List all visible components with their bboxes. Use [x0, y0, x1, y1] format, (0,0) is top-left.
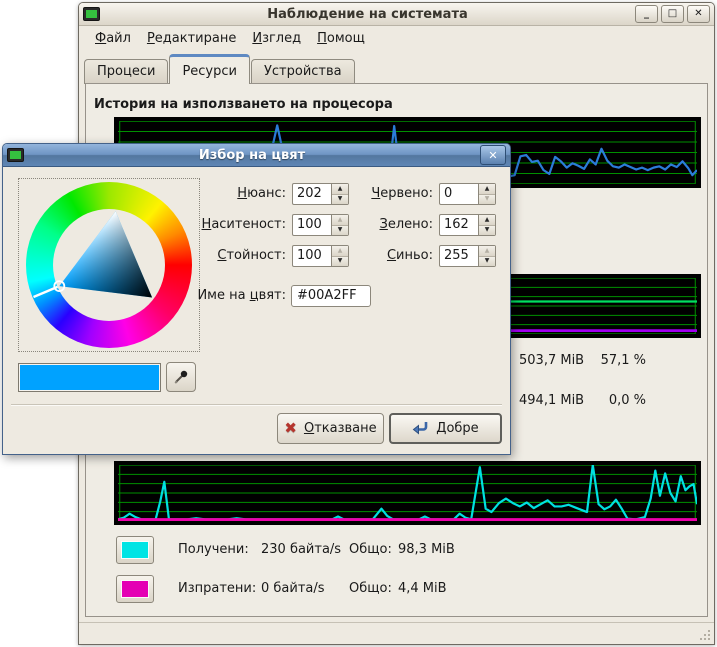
hue-spinner[interactable]: 202 ▲▼	[292, 183, 349, 205]
current-color-preview	[18, 363, 161, 392]
sent-label: Изпратени:	[178, 581, 256, 597]
received-rate: 230 байта/s	[261, 542, 341, 558]
cancel-x-icon: ✖	[284, 421, 297, 436]
cpu-history-title: История на използването на процесора	[94, 97, 393, 112]
saturation-spinner[interactable]: 100 ▲▼	[292, 214, 349, 236]
color-wheel-area[interactable]	[18, 178, 200, 352]
red-up-arrow[interactable]: ▲	[479, 184, 495, 195]
sent-total: 4,4 MiB	[398, 581, 447, 597]
swap-used-value: 494,1 MiB	[519, 393, 584, 409]
dialog-separator	[11, 404, 502, 406]
sent-color-swatch	[121, 580, 149, 598]
close-button[interactable]: ✕	[687, 5, 710, 23]
ok-enter-icon	[412, 421, 429, 436]
tab-resources[interactable]: Ресурси	[169, 54, 250, 84]
green-down-arrow[interactable]: ▼	[479, 226, 495, 236]
tab-processes[interactable]: Процеси	[84, 59, 168, 84]
maximize-button[interactable]: □	[661, 5, 684, 23]
hue-ring[interactable]	[26, 182, 192, 348]
blue-down-arrow[interactable]: ▼	[479, 257, 495, 267]
resize-grip[interactable]	[698, 628, 712, 642]
hue-label: Нюанс:	[193, 183, 286, 205]
dialog-titlebar[interactable]: Избор на цвят ✕	[3, 144, 510, 167]
green-label: Зелено:	[346, 214, 433, 236]
system-monitor-icon	[83, 7, 100, 21]
dialog-icon	[7, 148, 24, 162]
statusbar	[79, 622, 714, 644]
memory-used-value: 503,7 MiB	[519, 353, 584, 369]
network-history-chart	[114, 461, 701, 525]
menu-help[interactable]: Помощ	[309, 28, 373, 49]
memory-used-percent: 57,1 %	[586, 353, 646, 369]
saturation-label: Наситеност:	[193, 214, 286, 236]
menu-view[interactable]: Изглед	[244, 28, 309, 49]
received-total: 98,3 MiB	[398, 542, 455, 558]
tab-devices[interactable]: Устройства	[251, 59, 355, 84]
green-up-arrow[interactable]: ▲	[479, 215, 495, 226]
dialog-title: Избор на цвят	[27, 148, 477, 163]
minimize-button[interactable]: _	[635, 5, 658, 23]
color-name-input[interactable]: #00A2FF	[291, 285, 371, 307]
received-label: Получени:	[178, 542, 249, 558]
menubar: Файл Редактиране Изглед Помощ	[79, 26, 714, 50]
ok-button[interactable]: Добре	[389, 413, 502, 444]
swap-used-percent: 0,0 %	[586, 393, 646, 409]
tabstrip: Процеси Ресурси Устройства	[84, 53, 356, 84]
sent-rate: 0 байта/s	[261, 581, 325, 597]
desktop: { "window": { "title": "Наблюдение на си…	[0, 0, 717, 647]
received-color-button[interactable]	[116, 536, 154, 564]
menu-file[interactable]: Файл	[87, 28, 139, 49]
received-color-swatch	[121, 541, 149, 559]
value-label: Стойност:	[193, 245, 286, 267]
color-picker-dialog: Избор на цвят ✕	[2, 143, 511, 455]
sent-total-label: Общо:	[349, 581, 392, 597]
red-label: Червено:	[346, 183, 433, 205]
color-name-label: Име на цвят:	[183, 285, 286, 307]
blue-label: Синьо:	[346, 245, 433, 267]
window-title: Наблюдение на системата	[103, 7, 632, 22]
green-spinner[interactable]: 162 ▲▼	[439, 214, 496, 236]
ok-label: Добре	[436, 421, 478, 436]
hsv-triangle[interactable]	[26, 182, 192, 348]
cancel-button[interactable]: ✖ Отказване	[277, 413, 384, 444]
red-down-arrow[interactable]: ▼	[479, 195, 495, 205]
cancel-label: Отказване	[304, 421, 377, 436]
window-titlebar[interactable]: Наблюдение на системата _ □ ✕	[79, 3, 714, 26]
dialog-close-button[interactable]: ✕	[480, 145, 506, 165]
value-spinner[interactable]: 100 ▲▼	[292, 245, 349, 267]
sent-color-button[interactable]	[116, 575, 154, 603]
eyedropper-icon	[173, 369, 189, 385]
eyedropper-button[interactable]	[166, 362, 196, 392]
blue-up-arrow[interactable]: ▲	[479, 246, 495, 257]
red-spinner[interactable]: 0 ▲▼	[439, 183, 496, 205]
received-total-label: Общо:	[349, 542, 392, 558]
menu-edit[interactable]: Редактиране	[139, 28, 244, 49]
blue-spinner[interactable]: 255 ▲▼	[439, 245, 496, 267]
